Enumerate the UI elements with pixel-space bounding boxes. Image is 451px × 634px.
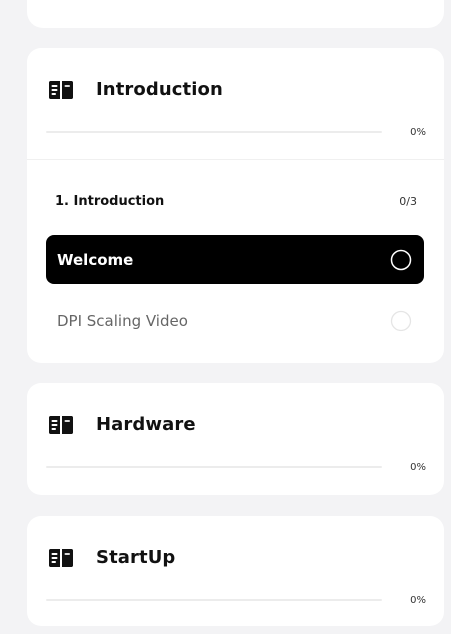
lesson-item-welcome[interactable]: Welcome — [46, 235, 424, 284]
book-icon — [49, 548, 73, 567]
progress-text-startup: 0% — [410, 594, 426, 606]
progress-track-startup — [46, 599, 382, 601]
module-title-hardware: Hardware — [96, 414, 196, 435]
book-icon — [49, 415, 73, 434]
book-icon — [49, 80, 73, 99]
progress-track-introduction — [46, 131, 382, 133]
progress-row-startup: 0% — [46, 593, 426, 607]
circle-icon — [390, 310, 412, 331]
progress-row-introduction: 0% — [46, 125, 426, 139]
progress-track-hardware — [46, 466, 382, 468]
circle-icon — [390, 249, 412, 270]
module-header-hardware[interactable]: Hardware — [48, 414, 196, 435]
section-count: 0/3 — [399, 195, 417, 208]
module-card-introduction: Introduction 0% 1. Introduction 0/3 Welc… — [27, 48, 444, 363]
progress-text-hardware: 0% — [410, 461, 426, 473]
lesson-item-dpi-scaling-video[interactable]: DPI Scaling Video — [46, 296, 424, 345]
progress-row-hardware: 0% — [46, 460, 426, 474]
module-title-introduction: Introduction — [96, 79, 223, 100]
module-card-hardware: Hardware 0% — [27, 383, 444, 495]
section-divider — [27, 159, 444, 160]
module-card-startup: StartUp 0% — [27, 516, 444, 626]
module-header-startup[interactable]: StartUp — [48, 547, 175, 568]
lesson-label-welcome: Welcome — [57, 250, 134, 269]
section-title: 1. Introduction — [55, 194, 165, 209]
lesson-label-dpi-scaling-video: DPI Scaling Video — [57, 311, 188, 330]
module-title-startup: StartUp — [96, 547, 176, 568]
progress-text-introduction: 0% — [410, 126, 426, 138]
top-card-fragment — [27, 0, 444, 28]
module-header-introduction[interactable]: Introduction — [48, 79, 223, 100]
section-row-introduction[interactable]: 1. Introduction 0/3 — [55, 194, 417, 209]
